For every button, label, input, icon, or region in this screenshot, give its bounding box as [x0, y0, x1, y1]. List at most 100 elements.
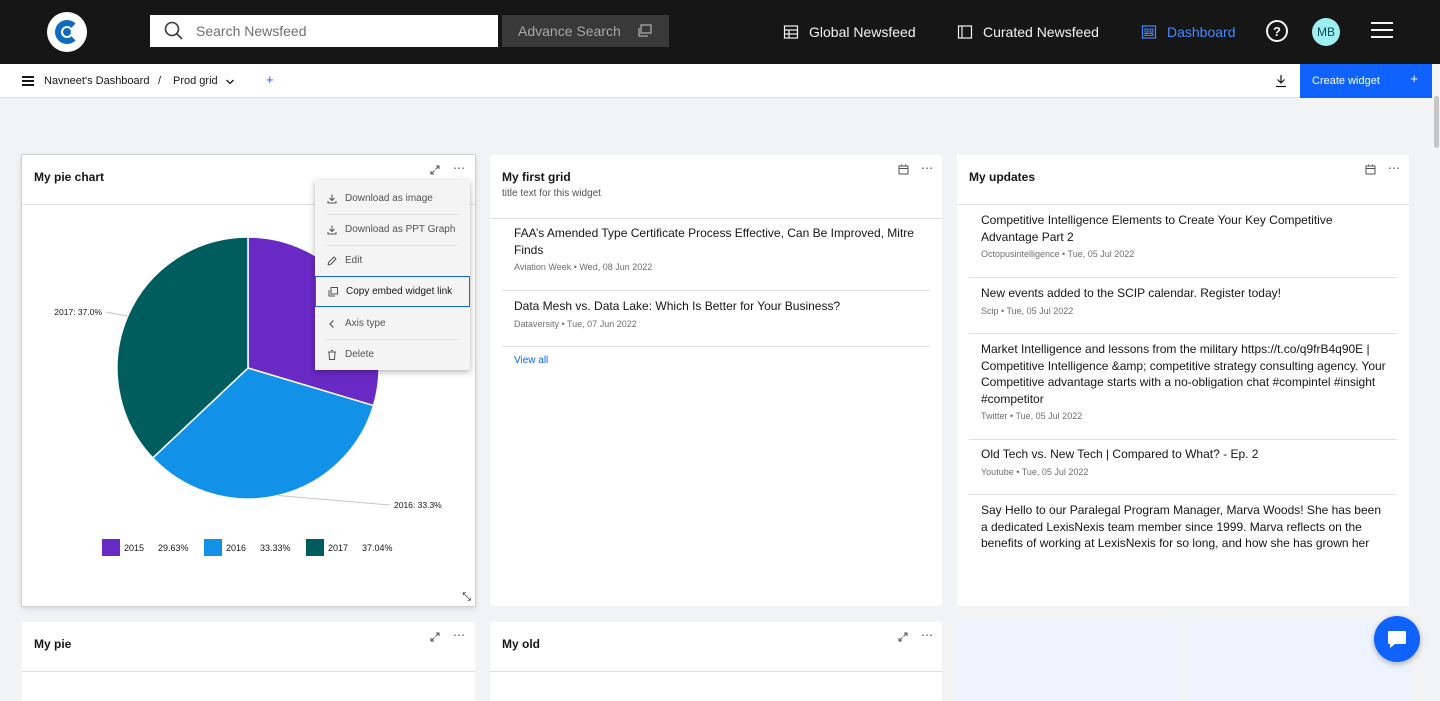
- page-scrollbar-thumb[interactable]: [1434, 96, 1439, 148]
- hamburger-line: [1371, 22, 1393, 24]
- menu-edit[interactable]: Edit: [315, 245, 470, 276]
- legend-label: 2017: [328, 542, 349, 553]
- hamburger-menu-icon[interactable]: [1371, 22, 1393, 40]
- news-divider: [502, 346, 930, 347]
- dashboard-list-icon[interactable]: [22, 76, 34, 88]
- overflow-menu-icon[interactable]: ⋯: [453, 628, 465, 642]
- download-icon[interactable]: [1274, 74, 1288, 88]
- widget-subtitle: title text for this widget: [502, 188, 601, 199]
- legend-pct: 29.63%: [158, 542, 189, 553]
- create-widget-button[interactable]: Create widget +: [1300, 64, 1432, 98]
- pencil-icon: [327, 255, 337, 265]
- view-all-link[interactable]: View all: [514, 355, 548, 366]
- menu-axis-type[interactable]: Axis type: [315, 308, 470, 339]
- search-icon: [164, 21, 183, 40]
- callout-label-2016: 2016: 33.3%: [394, 500, 442, 510]
- widget-title: My updates: [969, 170, 1036, 184]
- menu-download-image[interactable]: Download as image: [315, 183, 470, 214]
- expand-icon[interactable]: [897, 631, 909, 643]
- news-item[interactable]: Competitive Intelligence Elements to Cre…: [981, 212, 1386, 259]
- news-item[interactable]: Market Intelligence and lessons from the…: [981, 341, 1386, 421]
- search-input[interactable]: [196, 23, 486, 39]
- dashboard-icon: [1141, 25, 1157, 39]
- news-title[interactable]: Say Hello to our Paralegal Program Manag…: [981, 502, 1386, 552]
- expand-icon[interactable]: [429, 631, 441, 643]
- widget-header-divider: [490, 218, 942, 219]
- calendar-icon[interactable]: [898, 164, 909, 175]
- widget-header-divider: [22, 671, 475, 672]
- news-meta: Youtube • Tue, 05 Jul 2022: [981, 466, 1089, 477]
- app-logo[interactable]: [47, 12, 87, 52]
- grid-widget: My first grid title text for this widget…: [490, 155, 942, 606]
- news-item[interactable]: Old Tech vs. New Tech | Compared to What…: [981, 446, 1386, 477]
- help-label: ?: [1273, 23, 1281, 39]
- advance-search-button[interactable]: Advance Search: [502, 15, 669, 47]
- overflow-menu-icon[interactable]: ⋯: [1388, 161, 1400, 175]
- legend-item: 2016 33.33%: [204, 539, 291, 556]
- add-grid-button[interactable]: +: [266, 72, 274, 87]
- nav-global-newsfeed[interactable]: Global Newsfeed: [783, 0, 916, 64]
- nav-dashboard[interactable]: Dashboard: [1141, 0, 1236, 64]
- breadcrumb-grid[interactable]: Prod grid: [173, 75, 218, 87]
- widget-overflow-menu: Download as image Download as PPT Graph …: [315, 180, 470, 370]
- download-icon: [327, 194, 337, 203]
- hamburger-line: [1371, 29, 1393, 31]
- legend-item: 2017 37.04%: [306, 539, 393, 556]
- news-item[interactable]: FAA’s Amended Type Certificate Process E…: [514, 225, 924, 272]
- news-title[interactable]: FAA’s Amended Type Certificate Process E…: [514, 225, 924, 258]
- loading-placeholder: [957, 622, 1176, 701]
- calendar-icon[interactable]: [1365, 164, 1376, 175]
- news-item[interactable]: Say Hello to our Paralegal Program Manag…: [981, 502, 1386, 554]
- chevron-left-icon: [329, 319, 334, 328]
- nav-dashboard-label: Dashboard: [1167, 24, 1236, 40]
- menu-download-ppt[interactable]: Download as PPT Graph: [315, 214, 470, 245]
- overflow-menu-icon[interactable]: ⋯: [921, 628, 933, 642]
- hamburger-line: [1371, 36, 1393, 38]
- callout-label-2017: 2017: 37.0%: [54, 307, 102, 317]
- news-meta: Scip • Tue, 05 Jul 2022: [981, 305, 1074, 316]
- menu-copy-embed-link[interactable]: Copy embed widget link: [315, 276, 470, 307]
- news-title[interactable]: Market Intelligence and lessons from the…: [981, 341, 1386, 407]
- news-item[interactable]: New events added to the SCIP calendar. R…: [981, 285, 1386, 316]
- callout-line: [278, 494, 391, 506]
- menu-copy-embed-label: Copy embed widget link: [346, 286, 453, 297]
- legend-pct: 33.33%: [260, 542, 291, 553]
- news-title[interactable]: New events added to the SCIP calendar. R…: [981, 285, 1386, 302]
- user-avatar[interactable]: MB: [1312, 18, 1340, 46]
- legend-swatch: [102, 539, 120, 556]
- widget-header-divider: [490, 671, 942, 672]
- overflow-menu-icon[interactable]: ⋯: [921, 161, 933, 175]
- news-title[interactable]: Old Tech vs. New Tech | Compared to What…: [981, 446, 1386, 463]
- advance-search-label: Advance Search: [518, 23, 621, 39]
- download-icon: [327, 225, 337, 234]
- news-title[interactable]: Data Mesh vs. Data Lake: Which Is Better…: [514, 298, 924, 315]
- menu-delete[interactable]: Delete: [315, 339, 470, 370]
- nav-curated-newsfeed[interactable]: Curated Newsfeed: [957, 0, 1099, 64]
- nav-curated-newsfeed-label: Curated Newsfeed: [983, 24, 1099, 40]
- breadcrumb-dashboard[interactable]: Navneet's Dashboard: [44, 75, 149, 87]
- legend-swatch: [204, 539, 222, 556]
- news-divider: [969, 277, 1397, 278]
- legend-item: 2015 29.63%: [102, 539, 189, 556]
- news-title[interactable]: Competitive Intelligence Elements to Cre…: [981, 212, 1386, 245]
- search-box: [150, 15, 498, 47]
- old-widget: My old ⋯: [490, 622, 942, 701]
- news-item[interactable]: Data Mesh vs. Data Lake: Which Is Better…: [514, 298, 924, 329]
- resize-handle-icon[interactable]: ⤡: [462, 591, 471, 604]
- news-divider: [502, 290, 930, 291]
- menu-delete-label: Delete: [345, 349, 374, 360]
- create-widget-label: Create widget: [1312, 75, 1380, 87]
- callout-line: [105, 311, 128, 317]
- panel-icon: [957, 25, 973, 39]
- chat-button[interactable]: [1374, 616, 1420, 662]
- help-icon[interactable]: ?: [1266, 20, 1288, 42]
- grid-icon: [783, 25, 799, 39]
- list-line: [22, 84, 34, 86]
- chevron-down-icon[interactable]: [225, 78, 235, 86]
- breadcrumb-separator: /: [158, 75, 162, 87]
- page-scrollbar-track[interactable]: [1432, 64, 1440, 701]
- news-meta: Aviation Week • Wed, 08 Jun 2022: [514, 262, 653, 272]
- nav-global-newsfeed-label: Global Newsfeed: [809, 24, 916, 40]
- news-divider: [969, 494, 1397, 495]
- news-meta: Twitter • Tue, 05 Jul 2022: [981, 411, 1083, 421]
